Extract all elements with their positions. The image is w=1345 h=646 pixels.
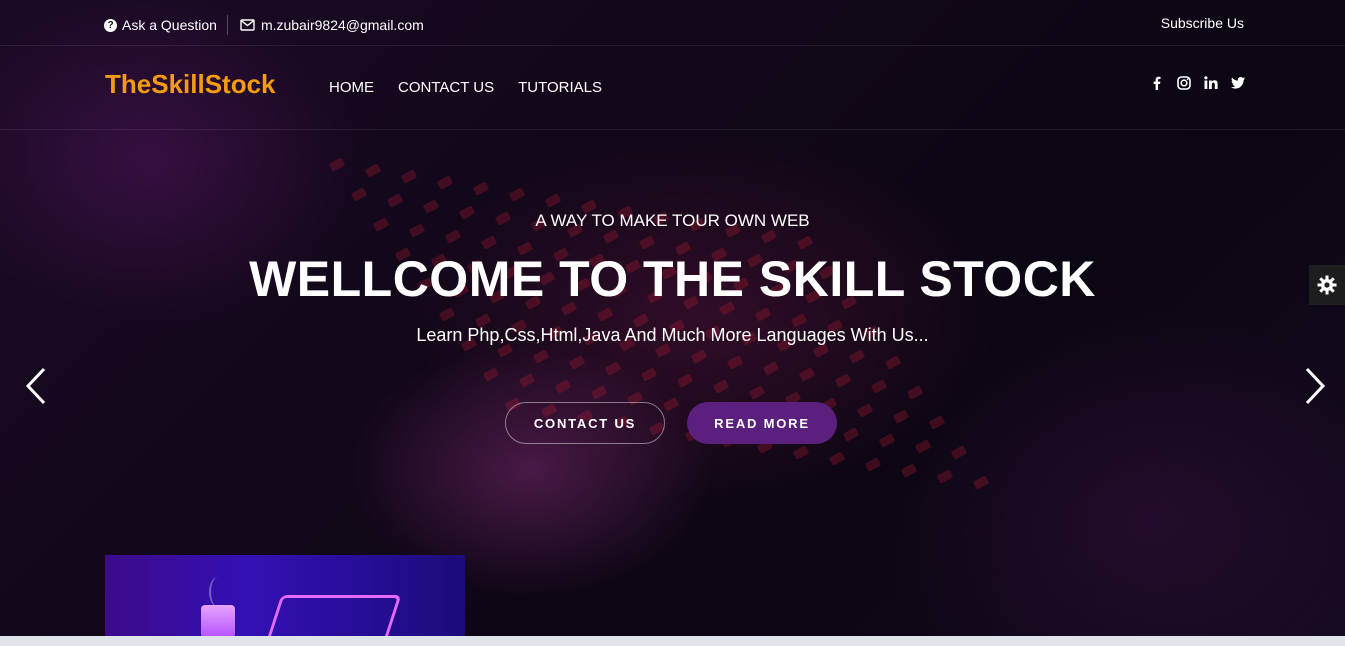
keyboard-key-decoration [762,361,780,376]
keyboard-key-decoration [726,355,744,370]
keyboard-key-decoration [676,373,694,388]
keyboard-key-decoration [834,373,852,388]
gear-icon [1317,275,1337,295]
keyboard-key-decoration [760,229,778,244]
keyboard-key-decoration [638,235,656,250]
facebook-icon[interactable] [1149,75,1164,90]
os-taskbar [0,636,1345,646]
top-bar-left: ? Ask a Question m.zubair9824@gmail.com [104,15,424,35]
instagram-icon[interactable] [1176,75,1191,90]
coffee-cup-illustration [201,605,235,636]
keyboard-key-decoration [906,385,924,400]
keyboard-key-decoration [864,457,882,472]
keyboard-key-decoration [662,397,680,412]
keyboard-key-decoration [554,379,572,394]
keyboard-key-decoration [856,403,874,418]
hero-tagline: Learn Php,Css,Html,Java And Much More La… [416,325,929,345]
keyboard-key-decoration [480,235,498,250]
keyboard-key-decoration [438,307,456,322]
ask-question-label: Ask a Question [122,17,217,33]
keyboard-key-decoration [436,175,454,190]
steam-decoration [209,577,227,607]
keyboard-key-decoration [972,475,990,490]
keyboard-key-decoration [936,469,954,484]
email-address: m.zubair9824@gmail.com [260,17,424,33]
keyboard-key-decoration [386,193,404,208]
keyboard-key-decoration [364,163,382,178]
keyboard-key-decoration [892,409,910,424]
keyboard-key-decoration [878,433,896,448]
keyboard-key-decoration [518,373,536,388]
keyboard-key-decoration [596,307,614,322]
keyboard-key-decoration [400,169,418,184]
carousel-prev-button[interactable] [24,366,48,406]
hero-subtitle: A WAY TO MAKE TOUR OWN WEB [535,211,810,230]
email-link[interactable]: m.zubair9824@gmail.com [240,17,424,33]
envelope-icon [240,19,255,31]
social-links [1149,75,1245,90]
nav-item-tutorials[interactable]: TUTORIALS [518,79,602,96]
twitter-icon[interactable] [1230,75,1245,90]
nav-menu: HOME CONTACT US TUTORIALS [329,79,602,96]
carousel-next-button[interactable] [1303,366,1327,406]
keyboard-key-decoration [328,157,346,172]
settings-toggle[interactable] [1309,265,1345,305]
keyboard-key-decoration [472,181,490,196]
keyboard-key-decoration [792,445,810,460]
keyboard-key-decoration [754,307,772,322]
contact-us-button[interactable]: CONTACT US [505,402,665,444]
subscribe-link[interactable]: Subscribe Us [1161,15,1244,31]
keyboard-key-decoration [928,415,946,430]
keyboard-key-decoration [482,367,500,382]
keyboard-key-decoration [798,367,816,382]
chevron-right-icon [1305,367,1326,405]
keyboard-key-decoration [884,355,902,370]
keyboard-key-decoration [848,349,866,364]
main-navbar: TheSkillStock HOME CONTACT US TUTORIALS [0,46,1345,130]
linkedin-icon[interactable] [1203,75,1218,90]
keyboard-key-decoration [796,235,814,250]
question-circle-icon: ? [104,18,117,32]
keyboard-key-decoration [900,463,918,478]
hero-title: WELLCOME TO THE SKILL STOCK [249,251,1096,307]
keyboard-key-decoration [350,187,368,202]
chevron-left-icon [25,367,46,405]
keyboard-key-decoration [690,349,708,364]
keyboard-key-decoration [842,427,860,442]
featured-card-image[interactable] [105,555,465,636]
divider [226,15,228,35]
brand-logo[interactable]: TheSkillStock [105,69,276,100]
keyboard-key-decoration [602,229,620,244]
keyboard-key-decoration [640,367,658,382]
keyboard-key-decoration [914,439,932,454]
keyboard-key-decoration [544,193,562,208]
keyboard-key-decoration [712,379,730,394]
keyboard-key-decoration [950,445,968,460]
keyboard-key-decoration [444,229,462,244]
top-bar: ? Ask a Question m.zubair9824@gmail.com … [0,0,1345,46]
keyboard-key-decoration [568,355,586,370]
keyboard-key-decoration [604,361,622,376]
laptop-illustration [258,595,402,636]
keyboard-key-decoration [590,385,608,400]
read-more-button[interactable]: READ MORE [687,402,837,444]
keyboard-key-decoration [828,451,846,466]
keyboard-key-decoration [508,187,526,202]
keyboard-key-decoration [748,385,766,400]
nav-item-contact-us[interactable]: CONTACT US [398,79,494,96]
keyboard-key-decoration [532,349,550,364]
ask-question-link[interactable]: ? Ask a Question [104,17,227,33]
nav-item-home[interactable]: HOME [329,79,374,96]
keyboard-key-decoration [870,379,888,394]
